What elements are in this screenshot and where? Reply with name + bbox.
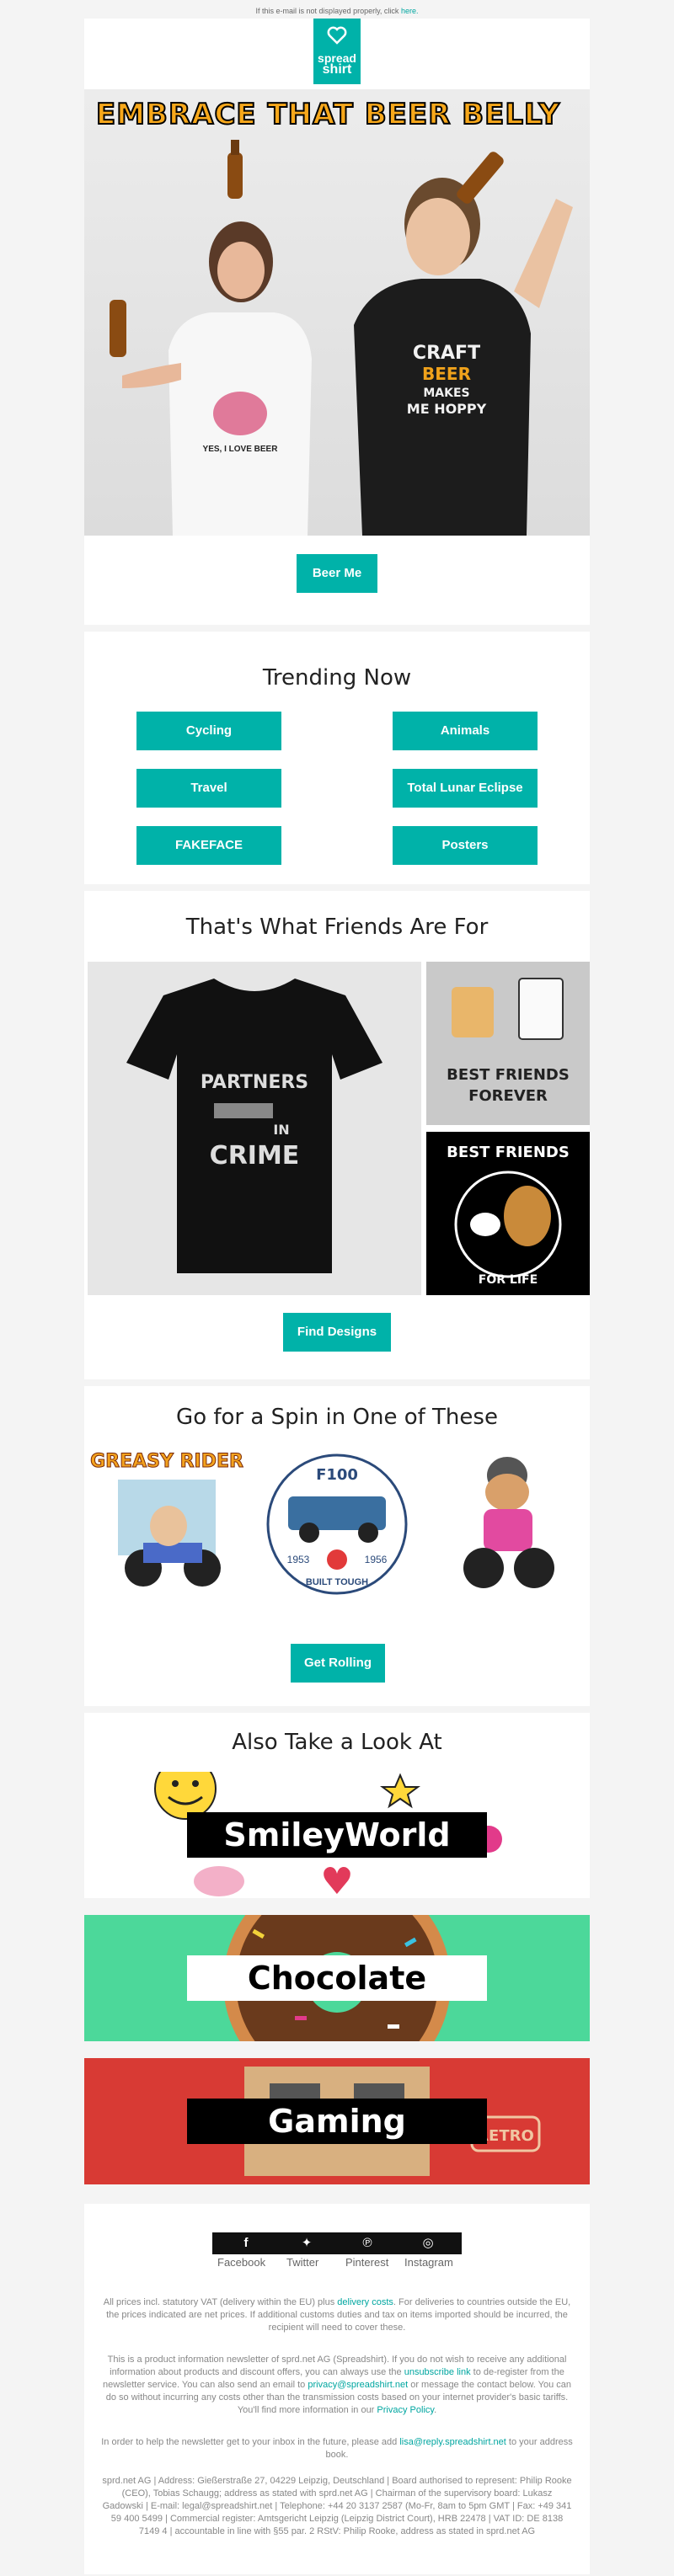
tshirt-line1: PARTNERS bbox=[201, 1072, 308, 1093]
tshirt-line2: IN bbox=[273, 1122, 289, 1138]
trend-button-animals[interactable]: Animals bbox=[393, 712, 538, 750]
partners-in-crime-tile[interactable]: PARTNERS IN CRIME bbox=[88, 962, 421, 1295]
svg-text:♥: ♥ bbox=[320, 1860, 353, 1898]
trend-button-fakeface[interactable]: FAKEFACE bbox=[136, 826, 281, 865]
hero-image[interactable]: EMBRACE THAT BEER BELLY YES, I LOVE BEER… bbox=[84, 89, 590, 536]
privacy-policy-link[interactable]: Privacy Policy bbox=[377, 2405, 434, 2415]
friends-heading: That's What Friends Are For bbox=[185, 915, 489, 940]
best-friends-forever-tile[interactable]: BEST FRIENDS FOREVER bbox=[426, 962, 590, 1125]
f100-bottom: BUILT TOUGH bbox=[306, 1577, 368, 1587]
best-friends-forever-art: BEST FRIENDS FOREVER bbox=[447, 978, 570, 1105]
f100-year1: 1953 bbox=[287, 1554, 310, 1565]
trend-button-travel[interactable]: Travel bbox=[136, 769, 281, 808]
best-friends-for-life-tile[interactable]: BEST FRIENDS FOR LIFE bbox=[426, 1132, 590, 1295]
footer-p1a: All prices incl. statutory VAT (delivery… bbox=[103, 2297, 335, 2307]
greasy-rider-title: GREASY RIDER bbox=[90, 1451, 243, 1472]
footer-address-book: In order to help the newsletter get to y… bbox=[101, 2436, 573, 2461]
trending-heading: Trending Now bbox=[262, 665, 412, 691]
trend-button-posters[interactable]: Posters bbox=[393, 826, 538, 865]
shirt-right-line4: ME HOPPY bbox=[407, 401, 487, 417]
f100-year2: 1956 bbox=[365, 1554, 388, 1565]
shirt-right-line2: BEER bbox=[422, 364, 471, 384]
bffl-line2: FOR LIFE bbox=[479, 1273, 538, 1287]
also-heading-card: Also Take a Look At bbox=[84, 1713, 590, 1772]
spreadshirt-logo[interactable]: spread shirt bbox=[313, 19, 361, 84]
top-note-link[interactable]: here. bbox=[401, 7, 419, 15]
friends-card: That's What Friends Are For PARTNERS IN … bbox=[84, 891, 590, 1379]
twitter-icon[interactable]: ✦ bbox=[298, 2235, 315, 2252]
privacy-email-link[interactable]: privacy@spreadshirt.net bbox=[308, 2380, 408, 2390]
f100-title: F100 bbox=[316, 1466, 358, 1484]
social-bar: f ✦ ℗ ◎ bbox=[212, 2232, 462, 2254]
f100-image: F100 1953 1956 BUILT TOUGH bbox=[266, 1453, 408, 1595]
trend-button-total-lunar-eclipse[interactable]: Total Lunar Eclipse bbox=[393, 769, 538, 808]
logo-line2: shirt bbox=[322, 62, 352, 77]
greasy-rider-art[interactable]: GREASY RIDER bbox=[84, 1442, 249, 1607]
pinterest-link[interactable]: Pinterest bbox=[345, 2256, 388, 2269]
reply-email-link[interactable]: lisa@reply.spreadshirt.net bbox=[399, 2437, 506, 2447]
bff-line1: BEST FRIENDS bbox=[447, 1066, 570, 1084]
f100-art[interactable]: F100 1953 1956 BUILT TOUGH bbox=[263, 1442, 411, 1607]
delivery-costs-link[interactable]: delivery costs bbox=[337, 2297, 393, 2307]
bffl-line1: BEST FRIENDS bbox=[447, 1144, 570, 1161]
instagram-link[interactable]: Instagram bbox=[404, 2256, 453, 2269]
bff-line2: FOREVER bbox=[468, 1087, 548, 1105]
gaming-label: Gaming bbox=[187, 2099, 487, 2144]
spin-heading: Go for a Spin in One of These bbox=[176, 1405, 498, 1430]
tshirt-image: PARTNERS IN CRIME bbox=[126, 979, 382, 1273]
footer-p3a: In order to help the newsletter get to y… bbox=[101, 2437, 398, 2447]
twitter-link[interactable]: Twitter bbox=[286, 2256, 318, 2269]
footer: f ✦ ℗ ◎ Facebook Twitter Pinterest Insta… bbox=[84, 2204, 590, 2574]
dog-rider-image bbox=[463, 1457, 554, 1588]
beer-me-button[interactable]: Beer Me bbox=[297, 554, 377, 593]
shirt-right-line3: MAKES bbox=[423, 387, 469, 400]
trend-button-cycling[interactable]: Cycling bbox=[136, 712, 281, 750]
top-note: If this e-mail is not displayed properly… bbox=[0, 0, 674, 19]
dog-rider-art[interactable] bbox=[425, 1442, 590, 1607]
greasy-rider-image: GREASY RIDER bbox=[90, 1451, 243, 1587]
spin-card: Go for a Spin in One of These GREASY RID… bbox=[84, 1386, 590, 1706]
smileyworld-banner[interactable]: ♥ SmileyWorld bbox=[84, 1772, 590, 1898]
heart-icon bbox=[327, 26, 347, 45]
get-rolling-button[interactable]: Get Rolling bbox=[291, 1644, 385, 1683]
top-note-text: If this e-mail is not displayed properly… bbox=[255, 7, 399, 15]
gaming-banner[interactable]: RETRO Gaming bbox=[84, 2058, 590, 2184]
chocolate-banner[interactable]: Chocolate bbox=[84, 1915, 590, 2041]
instagram-icon[interactable]: ◎ bbox=[420, 2235, 436, 2252]
footer-prices: All prices incl. statutory VAT (delivery… bbox=[101, 2296, 573, 2334]
find-designs-button[interactable]: Find Designs bbox=[283, 1313, 391, 1352]
shirt-left-text: YES, I LOVE BEER bbox=[203, 445, 279, 454]
facebook-icon[interactable]: f bbox=[238, 2235, 254, 2252]
best-friends-for-life-art: BEST FRIENDS FOR LIFE bbox=[447, 1144, 570, 1287]
footer-newsletter-info: This is a product information newsletter… bbox=[102, 2355, 572, 2415]
tshirt-line3: CRIME bbox=[210, 1141, 300, 1171]
facebook-link[interactable]: Facebook bbox=[217, 2256, 265, 2269]
chocolate-label: Chocolate bbox=[187, 1955, 487, 2001]
smileyworld-label: SmileyWorld bbox=[187, 1812, 487, 1858]
trending-card: Trending Now Cycling Animals Travel Tota… bbox=[84, 632, 590, 884]
shirt-right-line1: CRAFT bbox=[413, 343, 480, 364]
unsubscribe-link[interactable]: unsubscribe link bbox=[404, 2367, 471, 2377]
hero-illustration: YES, I LOVE BEER CRAFT BEER MAKES ME HOP… bbox=[110, 140, 573, 536]
pinterest-icon[interactable]: ℗ bbox=[359, 2235, 376, 2252]
footer-legal: sprd.net AG | Address: Gießerstraße 27, … bbox=[102, 2476, 572, 2536]
also-heading: Also Take a Look At bbox=[232, 1730, 442, 1755]
hero-card: spread shirt EMBRACE THAT BEER BELLY YES… bbox=[84, 19, 590, 625]
